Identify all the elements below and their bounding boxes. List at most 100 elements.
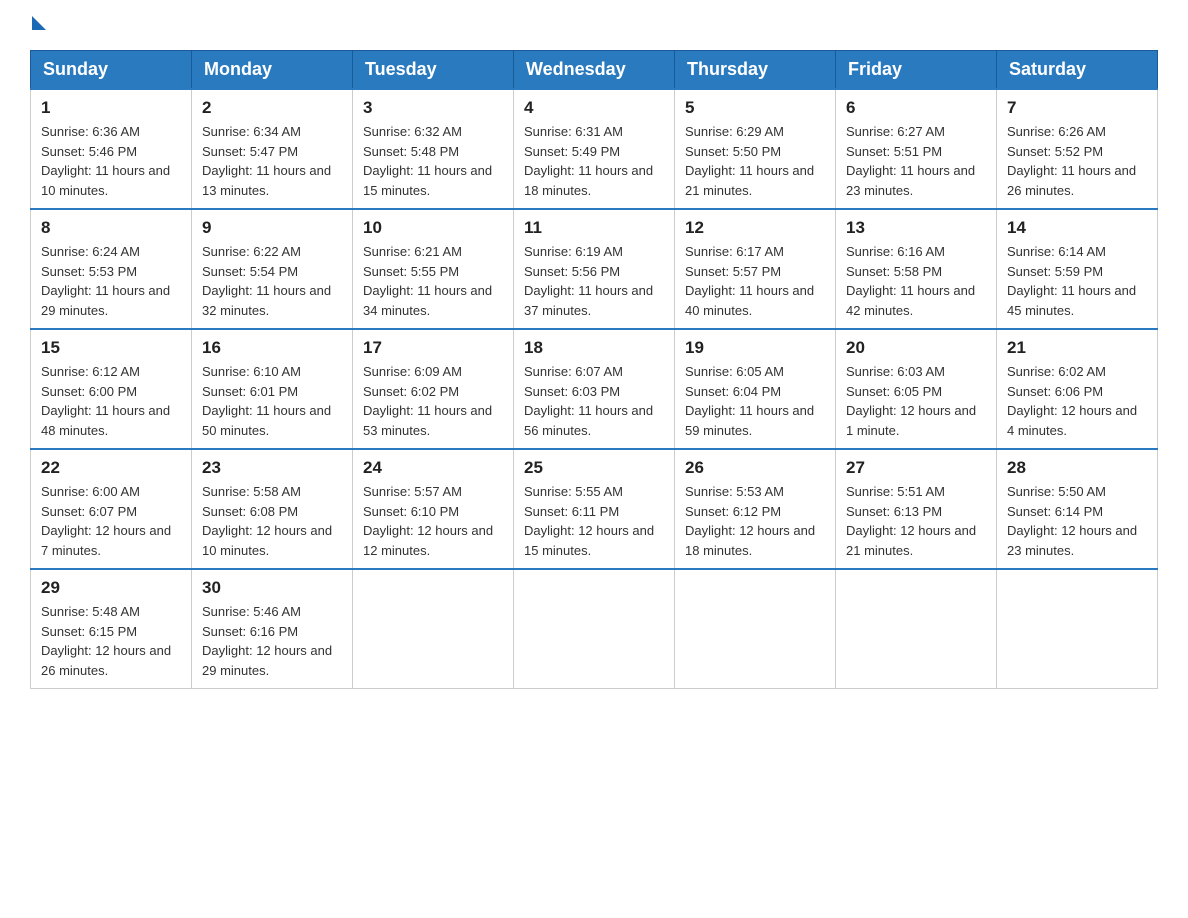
calendar-cell: 18 Sunrise: 6:07 AMSunset: 6:03 PMDaylig… <box>514 329 675 449</box>
day-number: 13 <box>846 218 986 238</box>
day-number: 17 <box>363 338 503 358</box>
day-number: 2 <box>202 98 342 118</box>
day-info: Sunrise: 5:51 AMSunset: 6:13 PMDaylight:… <box>846 482 986 560</box>
day-number: 20 <box>846 338 986 358</box>
calendar-cell: 2 Sunrise: 6:34 AMSunset: 5:47 PMDayligh… <box>192 89 353 209</box>
calendar-cell: 10 Sunrise: 6:21 AMSunset: 5:55 PMDaylig… <box>353 209 514 329</box>
calendar-cell: 26 Sunrise: 5:53 AMSunset: 6:12 PMDaylig… <box>675 449 836 569</box>
day-info: Sunrise: 5:55 AMSunset: 6:11 PMDaylight:… <box>524 482 664 560</box>
day-info: Sunrise: 5:58 AMSunset: 6:08 PMDaylight:… <box>202 482 342 560</box>
calendar-cell: 3 Sunrise: 6:32 AMSunset: 5:48 PMDayligh… <box>353 89 514 209</box>
day-info: Sunrise: 6:07 AMSunset: 6:03 PMDaylight:… <box>524 362 664 440</box>
day-number: 5 <box>685 98 825 118</box>
day-info: Sunrise: 6:21 AMSunset: 5:55 PMDaylight:… <box>363 242 503 320</box>
col-header-wednesday: Wednesday <box>514 51 675 90</box>
day-number: 11 <box>524 218 664 238</box>
day-number: 26 <box>685 458 825 478</box>
day-info: Sunrise: 6:14 AMSunset: 5:59 PMDaylight:… <box>1007 242 1147 320</box>
calendar-cell: 17 Sunrise: 6:09 AMSunset: 6:02 PMDaylig… <box>353 329 514 449</box>
day-number: 9 <box>202 218 342 238</box>
calendar-cell: 7 Sunrise: 6:26 AMSunset: 5:52 PMDayligh… <box>997 89 1158 209</box>
day-info: Sunrise: 6:24 AMSunset: 5:53 PMDaylight:… <box>41 242 181 320</box>
day-number: 23 <box>202 458 342 478</box>
calendar-table: SundayMondayTuesdayWednesdayThursdayFrid… <box>30 50 1158 689</box>
calendar-cell: 8 Sunrise: 6:24 AMSunset: 5:53 PMDayligh… <box>31 209 192 329</box>
day-info: Sunrise: 6:17 AMSunset: 5:57 PMDaylight:… <box>685 242 825 320</box>
day-info: Sunrise: 5:46 AMSunset: 6:16 PMDaylight:… <box>202 602 342 680</box>
day-number: 6 <box>846 98 986 118</box>
calendar-cell: 16 Sunrise: 6:10 AMSunset: 6:01 PMDaylig… <box>192 329 353 449</box>
day-info: Sunrise: 6:00 AMSunset: 6:07 PMDaylight:… <box>41 482 181 560</box>
day-number: 19 <box>685 338 825 358</box>
calendar-cell: 6 Sunrise: 6:27 AMSunset: 5:51 PMDayligh… <box>836 89 997 209</box>
day-info: Sunrise: 6:22 AMSunset: 5:54 PMDaylight:… <box>202 242 342 320</box>
day-number: 10 <box>363 218 503 238</box>
day-info: Sunrise: 6:12 AMSunset: 6:00 PMDaylight:… <box>41 362 181 440</box>
day-info: Sunrise: 6:26 AMSunset: 5:52 PMDaylight:… <box>1007 122 1147 200</box>
day-number: 8 <box>41 218 181 238</box>
day-number: 18 <box>524 338 664 358</box>
calendar-cell: 21 Sunrise: 6:02 AMSunset: 6:06 PMDaylig… <box>997 329 1158 449</box>
day-number: 28 <box>1007 458 1147 478</box>
day-info: Sunrise: 6:19 AMSunset: 5:56 PMDaylight:… <box>524 242 664 320</box>
calendar-cell: 15 Sunrise: 6:12 AMSunset: 6:00 PMDaylig… <box>31 329 192 449</box>
calendar-cell: 27 Sunrise: 5:51 AMSunset: 6:13 PMDaylig… <box>836 449 997 569</box>
week-row-3: 15 Sunrise: 6:12 AMSunset: 6:00 PMDaylig… <box>31 329 1158 449</box>
col-header-saturday: Saturday <box>997 51 1158 90</box>
calendar-cell: 19 Sunrise: 6:05 AMSunset: 6:04 PMDaylig… <box>675 329 836 449</box>
day-info: Sunrise: 6:16 AMSunset: 5:58 PMDaylight:… <box>846 242 986 320</box>
calendar-cell: 9 Sunrise: 6:22 AMSunset: 5:54 PMDayligh… <box>192 209 353 329</box>
day-number: 22 <box>41 458 181 478</box>
day-number: 15 <box>41 338 181 358</box>
col-header-thursday: Thursday <box>675 51 836 90</box>
col-header-sunday: Sunday <box>31 51 192 90</box>
day-info: Sunrise: 6:31 AMSunset: 5:49 PMDaylight:… <box>524 122 664 200</box>
calendar-header-row: SundayMondayTuesdayWednesdayThursdayFrid… <box>31 51 1158 90</box>
day-info: Sunrise: 6:10 AMSunset: 6:01 PMDaylight:… <box>202 362 342 440</box>
calendar-cell: 20 Sunrise: 6:03 AMSunset: 6:05 PMDaylig… <box>836 329 997 449</box>
calendar-cell: 1 Sunrise: 6:36 AMSunset: 5:46 PMDayligh… <box>31 89 192 209</box>
day-info: Sunrise: 6:05 AMSunset: 6:04 PMDaylight:… <box>685 362 825 440</box>
week-row-4: 22 Sunrise: 6:00 AMSunset: 6:07 PMDaylig… <box>31 449 1158 569</box>
day-info: Sunrise: 6:36 AMSunset: 5:46 PMDaylight:… <box>41 122 181 200</box>
col-header-friday: Friday <box>836 51 997 90</box>
day-number: 29 <box>41 578 181 598</box>
calendar-cell: 14 Sunrise: 6:14 AMSunset: 5:59 PMDaylig… <box>997 209 1158 329</box>
day-info: Sunrise: 5:48 AMSunset: 6:15 PMDaylight:… <box>41 602 181 680</box>
calendar-cell: 5 Sunrise: 6:29 AMSunset: 5:50 PMDayligh… <box>675 89 836 209</box>
calendar-cell: 4 Sunrise: 6:31 AMSunset: 5:49 PMDayligh… <box>514 89 675 209</box>
calendar-cell: 11 Sunrise: 6:19 AMSunset: 5:56 PMDaylig… <box>514 209 675 329</box>
day-info: Sunrise: 6:34 AMSunset: 5:47 PMDaylight:… <box>202 122 342 200</box>
calendar-cell: 30 Sunrise: 5:46 AMSunset: 6:16 PMDaylig… <box>192 569 353 689</box>
day-info: Sunrise: 5:57 AMSunset: 6:10 PMDaylight:… <box>363 482 503 560</box>
calendar-cell: 25 Sunrise: 5:55 AMSunset: 6:11 PMDaylig… <box>514 449 675 569</box>
week-row-2: 8 Sunrise: 6:24 AMSunset: 5:53 PMDayligh… <box>31 209 1158 329</box>
calendar-cell <box>836 569 997 689</box>
day-info: Sunrise: 6:03 AMSunset: 6:05 PMDaylight:… <box>846 362 986 440</box>
calendar-cell <box>514 569 675 689</box>
day-number: 7 <box>1007 98 1147 118</box>
day-info: Sunrise: 6:29 AMSunset: 5:50 PMDaylight:… <box>685 122 825 200</box>
week-row-1: 1 Sunrise: 6:36 AMSunset: 5:46 PMDayligh… <box>31 89 1158 209</box>
day-number: 21 <box>1007 338 1147 358</box>
day-info: Sunrise: 6:32 AMSunset: 5:48 PMDaylight:… <box>363 122 503 200</box>
calendar-cell <box>997 569 1158 689</box>
calendar-cell: 22 Sunrise: 6:00 AMSunset: 6:07 PMDaylig… <box>31 449 192 569</box>
day-info: Sunrise: 5:53 AMSunset: 6:12 PMDaylight:… <box>685 482 825 560</box>
day-number: 12 <box>685 218 825 238</box>
day-number: 30 <box>202 578 342 598</box>
day-number: 16 <box>202 338 342 358</box>
calendar-cell: 23 Sunrise: 5:58 AMSunset: 6:08 PMDaylig… <box>192 449 353 569</box>
calendar-cell: 12 Sunrise: 6:17 AMSunset: 5:57 PMDaylig… <box>675 209 836 329</box>
col-header-monday: Monday <box>192 51 353 90</box>
day-number: 14 <box>1007 218 1147 238</box>
day-number: 3 <box>363 98 503 118</box>
col-header-tuesday: Tuesday <box>353 51 514 90</box>
calendar-cell: 29 Sunrise: 5:48 AMSunset: 6:15 PMDaylig… <box>31 569 192 689</box>
day-number: 25 <box>524 458 664 478</box>
calendar-cell <box>675 569 836 689</box>
day-number: 24 <box>363 458 503 478</box>
week-row-5: 29 Sunrise: 5:48 AMSunset: 6:15 PMDaylig… <box>31 569 1158 689</box>
day-number: 4 <box>524 98 664 118</box>
day-info: Sunrise: 6:27 AMSunset: 5:51 PMDaylight:… <box>846 122 986 200</box>
